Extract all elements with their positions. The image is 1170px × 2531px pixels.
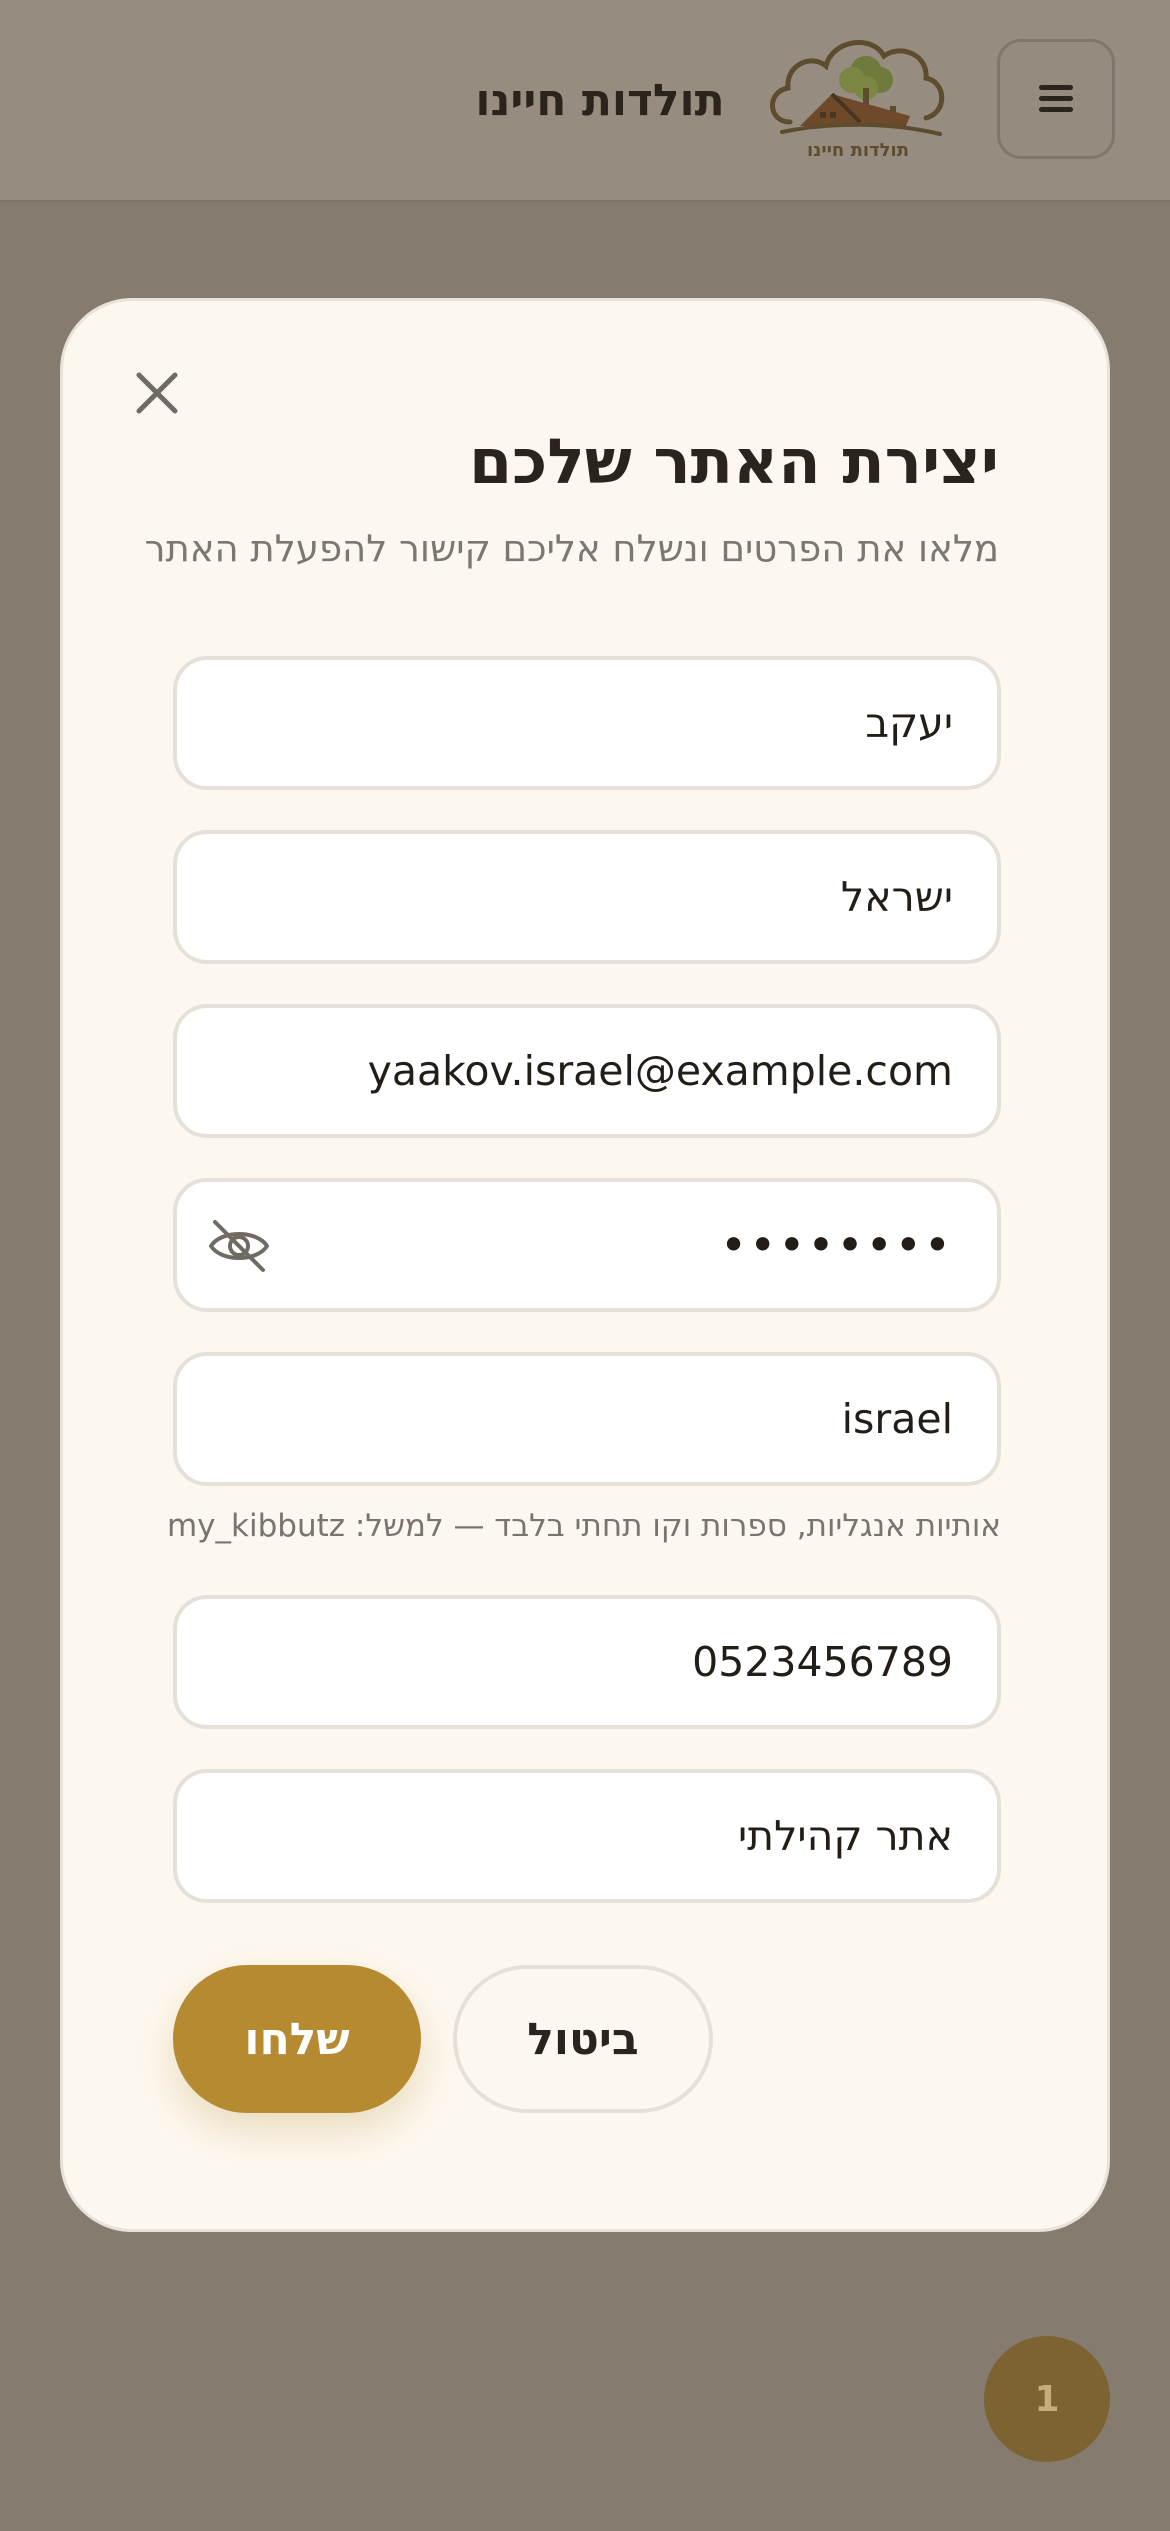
site-name-input[interactable] xyxy=(177,1773,997,1899)
close-button[interactable] xyxy=(125,361,189,425)
floating-badge-button[interactable]: 1 xyxy=(984,2336,1110,2462)
close-icon xyxy=(136,372,178,414)
dialog-title: יצירת האתר שלכם xyxy=(468,425,999,498)
hamburger-icon xyxy=(1039,85,1073,113)
logo-text: תולדות חיינו xyxy=(807,140,909,161)
slug-hint: אותיות אנגליות, ספרות וקו תחתי בלבד — למ… xyxy=(166,1508,1001,1544)
site-slug-field[interactable] xyxy=(173,1352,1001,1486)
first-name-input[interactable] xyxy=(177,660,997,786)
site-title: תולדות חיינו xyxy=(475,74,725,126)
phone-input[interactable] xyxy=(177,1599,997,1725)
first-name-field[interactable] xyxy=(173,656,1001,790)
site-header: תולדות חיינו תולדות חיינו xyxy=(0,0,1170,202)
last-name-field[interactable] xyxy=(173,830,1001,964)
phone-field[interactable] xyxy=(173,1595,1001,1729)
email-input[interactable] xyxy=(177,1008,997,1134)
site-slug-input[interactable] xyxy=(177,1356,997,1482)
submit-button[interactable]: שלחו xyxy=(173,1965,421,2113)
create-site-dialog: יצירת האתר שלכם מלאו את הפרטים ונשלח אלי… xyxy=(60,298,1110,2232)
dialog-subtitle: מלאו את הפרטים ונשלח אליכם קישור להפעלת … xyxy=(144,527,999,570)
site-name-field[interactable] xyxy=(173,1769,1001,1903)
eye-off-icon xyxy=(209,1220,269,1272)
email-field[interactable] xyxy=(173,1004,1001,1138)
cancel-button[interactable]: ביטול xyxy=(453,1965,713,2113)
password-field[interactable] xyxy=(173,1178,1001,1312)
password-visibility-toggle[interactable] xyxy=(207,1216,271,1276)
menu-button[interactable] xyxy=(997,39,1115,159)
site-logo[interactable]: תולדות חיינו xyxy=(760,30,956,166)
password-input[interactable] xyxy=(177,1182,997,1308)
last-name-input[interactable] xyxy=(177,834,997,960)
